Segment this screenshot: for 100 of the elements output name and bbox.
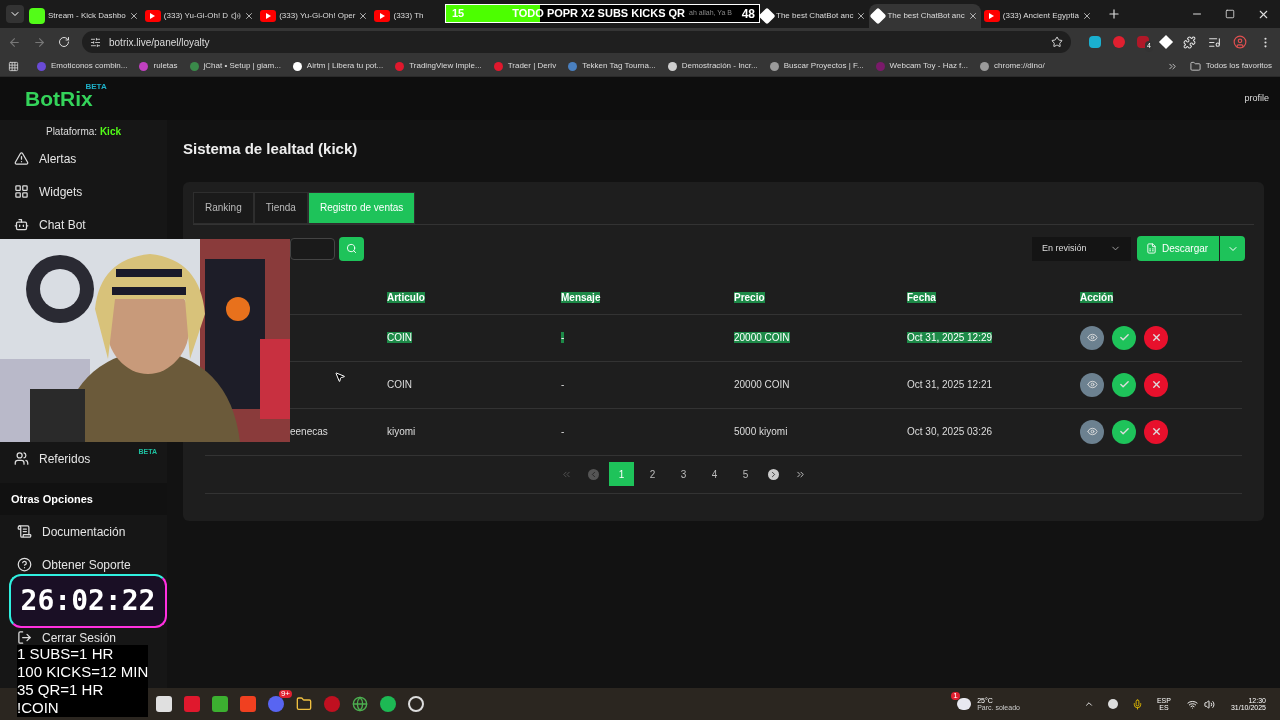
reload-icon[interactable] [58, 36, 70, 48]
app-icon[interactable] [380, 696, 396, 712]
page-button[interactable]: 3 [671, 462, 696, 486]
tab[interactable]: Ranking [193, 191, 254, 224]
folder-icon[interactable] [296, 696, 312, 712]
tab[interactable]: Tienda [253, 191, 308, 224]
beta-label: BETA [85, 80, 107, 91]
bookmark[interactable]: TradingView Imple... [395, 60, 482, 72]
close-icon[interactable] [1081, 11, 1092, 21]
status-dropdown[interactable]: En revisión [1032, 236, 1131, 261]
bookmark[interactable]: Trader | Deriv [493, 60, 557, 72]
check-icon [1118, 379, 1130, 390]
browser-tab[interactable]: (333) Yu-Gi-Oh! D [141, 4, 258, 28]
address-bar[interactable]: botrix.live/panel/loyalty [82, 31, 1071, 53]
scroll-icon [17, 524, 32, 539]
search-icon [346, 243, 357, 254]
browser-tab[interactable]: Stream - Kick Dashbo [26, 4, 142, 28]
apps-icon[interactable] [8, 60, 19, 72]
nav-link[interactable]: Widgets [39, 182, 83, 201]
rule-text: 35 QR=1 HR [17, 681, 149, 699]
column-header: Fecha [907, 291, 936, 303]
nav-link[interactable]: Obtener Soporte [42, 555, 131, 574]
site-settings-icon[interactable] [90, 36, 101, 48]
weather-icon[interactable] [957, 698, 972, 710]
table-cell: Oct 31, 2025 12:29 [907, 332, 993, 343]
bookmark[interactable]: jChat • Setup | giam... [189, 60, 281, 72]
goal-count: 15 [452, 6, 465, 22]
url-text: botrix.live/panel/loyalty [109, 35, 210, 50]
reject-button[interactable] [1144, 419, 1168, 444]
back-icon[interactable] [8, 35, 21, 49]
microphone-icon[interactable] [1131, 698, 1143, 710]
approve-button[interactable] [1112, 325, 1136, 350]
bookmark[interactable]: Buscar Proyectos | F... [769, 60, 864, 72]
app-icon[interactable] [408, 696, 424, 712]
nav-link[interactable]: Alertas [39, 149, 77, 168]
platform-label: Plataforma: [45, 124, 99, 139]
volume-icon[interactable] [1203, 698, 1215, 710]
tab-title: The best ChatBot anc [887, 10, 965, 22]
eye-icon [1086, 332, 1098, 343]
bookmark[interactable]: Webcam Toy - Haz f... [875, 60, 968, 72]
bookmark[interactable]: ruletas [139, 60, 178, 72]
table-cell: - [561, 379, 565, 390]
view-button[interactable] [1080, 325, 1104, 350]
view-button[interactable] [1080, 419, 1104, 444]
avatar-icon[interactable] [1233, 35, 1247, 49]
page-button[interactable]: 2 [640, 462, 665, 486]
spreadsheet-icon [1146, 243, 1157, 254]
new-tab-icon[interactable] [1106, 7, 1121, 21]
network-icon[interactable] [1186, 698, 1198, 710]
tab-title: (333) Ancient Egyptia [1002, 10, 1079, 22]
reject-button[interactable] [1144, 325, 1168, 350]
browser-tab[interactable]: The best ChatBot anc [869, 4, 981, 28]
search-field[interactable] [290, 237, 335, 260]
browser-tab[interactable]: (333) Th [371, 4, 427, 28]
table-cell: kiyomi [387, 426, 416, 437]
approve-button[interactable] [1112, 419, 1136, 444]
approve-button[interactable] [1112, 372, 1136, 397]
nav-link[interactable]: Cerrar Sesión [42, 628, 117, 647]
tray-icon[interactable] [1083, 699, 1094, 709]
chevron-left-icon [589, 469, 598, 479]
close-icon[interactable] [358, 11, 369, 21]
play-icon [144, 10, 161, 22]
section-header: Otras Opciones [0, 483, 167, 515]
browser-icon[interactable] [352, 696, 368, 712]
table-cell: - [561, 426, 565, 437]
chevron-right-icon [769, 469, 778, 479]
all-bookmarks[interactable]: Todos los favoritos [1189, 60, 1272, 72]
table-cell: Oct 30, 2025 03:26 [907, 426, 993, 437]
bookmark[interactable]: Airtm | Libera tu pot... [292, 60, 384, 72]
bookmark[interactable]: chrome://dino/ [980, 60, 1045, 72]
page-button[interactable]: 4 [702, 462, 727, 486]
browser-tab[interactable]: (333) Ancient Egyptia [980, 4, 1095, 28]
browser-tab[interactable]: (333) Yu-Gi-Oh! Oper [257, 4, 372, 28]
next-page-icon[interactable] [768, 468, 779, 480]
view-button[interactable] [1080, 372, 1104, 397]
star-icon[interactable] [1051, 36, 1063, 48]
close-icon[interactable] [244, 11, 255, 21]
nav-link[interactable]: Chat Bot [39, 215, 86, 234]
app-icon[interactable] [1107, 699, 1118, 709]
forward-icon[interactable] [33, 35, 46, 49]
bookmark[interactable]: Tekken Tag Tourna... [568, 60, 656, 72]
extensions-icon[interactable] [1183, 35, 1196, 49]
restore-icon[interactable] [1225, 9, 1235, 19]
nav-link[interactable]: Documentación [42, 522, 126, 541]
bookmark[interactable]: Demostración - Incr... [667, 60, 758, 72]
media-icon[interactable] [1208, 35, 1221, 49]
rule-text: 1 SUBS=1 HR [17, 645, 149, 663]
goal-count: 48 [741, 5, 755, 22]
bookmark[interactable]: Emoticonos combin... [37, 60, 128, 72]
page-button[interactable]: 5 [733, 462, 758, 486]
page-title: Sistema de lealtad (kick) [183, 139, 359, 159]
tab-search-button[interactable] [6, 5, 24, 23]
reject-button[interactable] [1144, 372, 1168, 397]
search-button[interactable] [339, 236, 364, 261]
profile-link[interactable]: profile [1244, 94, 1269, 103]
nav-link[interactable]: Referidos [39, 449, 91, 468]
close-icon[interactable] [128, 11, 139, 21]
table-cell: 5000 kiyomi [734, 426, 788, 437]
close-icon[interactable] [856, 11, 867, 21]
close-icon[interactable] [967, 11, 978, 21]
